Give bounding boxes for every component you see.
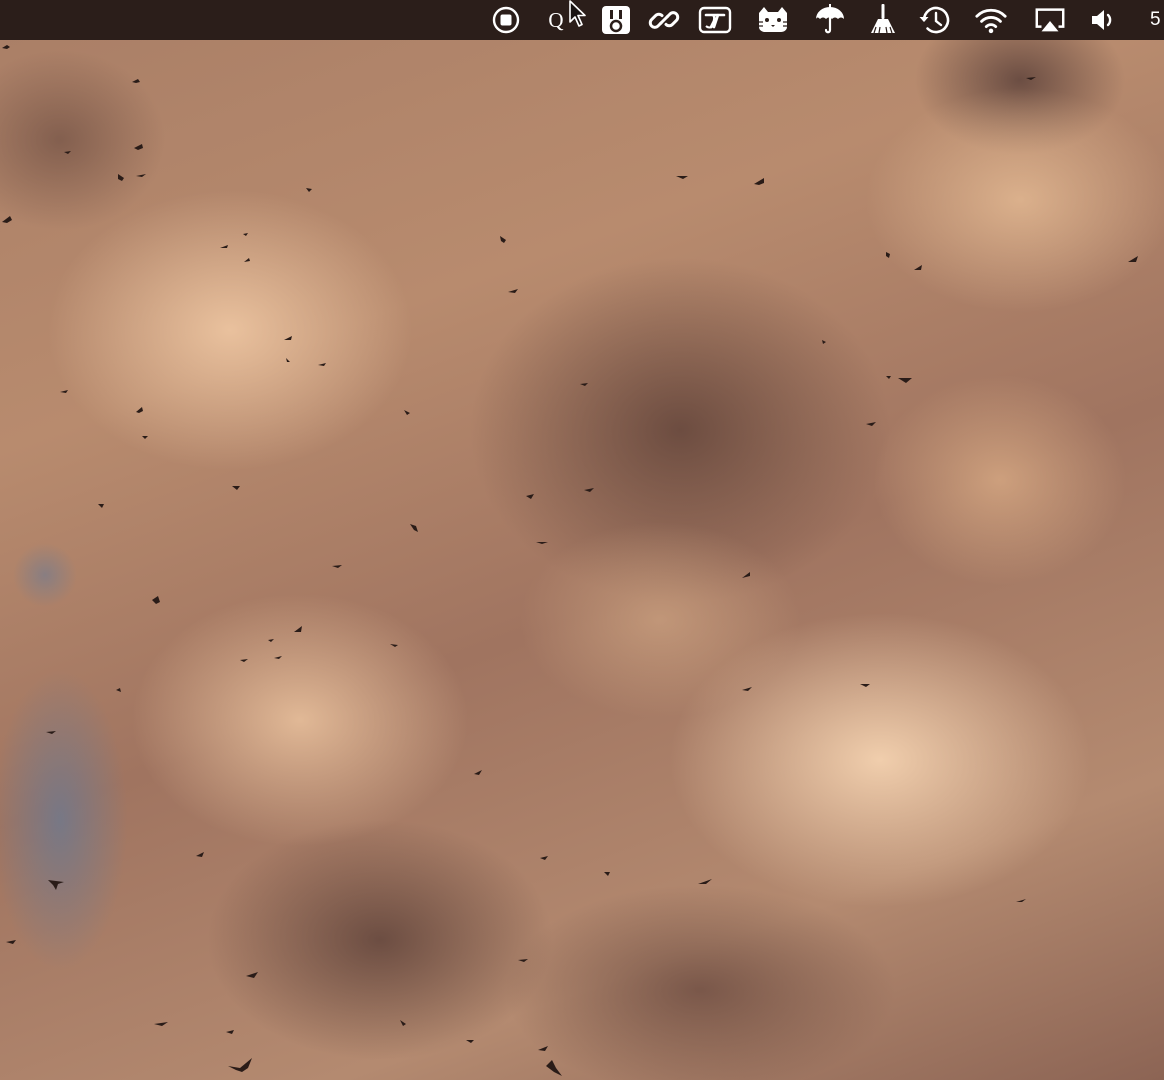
link-icon[interactable] [647,3,681,37]
time-machine-icon[interactable] [918,3,952,37]
airplay-icon[interactable] [1033,3,1067,37]
screen-record-stop-icon[interactable] [489,3,523,37]
cat-icon[interactable] [756,3,790,37]
quick-text-icon[interactable]: Q [541,3,571,37]
wifi-icon[interactable] [974,3,1008,37]
typinator-icon[interactable] [698,3,732,37]
quick-text-label: Q [548,8,564,32]
umbrella-icon[interactable] [813,3,847,37]
bartender-icon[interactable] [599,3,633,37]
birds-flock [2,45,1138,1076]
broom-icon[interactable] [866,3,900,37]
menubar-clock[interactable]: 5 [1150,3,1161,37]
desktop-wallpaper [0,0,1164,1080]
arrow-cursor-icon [568,0,592,35]
volume-icon[interactable] [1087,3,1121,37]
